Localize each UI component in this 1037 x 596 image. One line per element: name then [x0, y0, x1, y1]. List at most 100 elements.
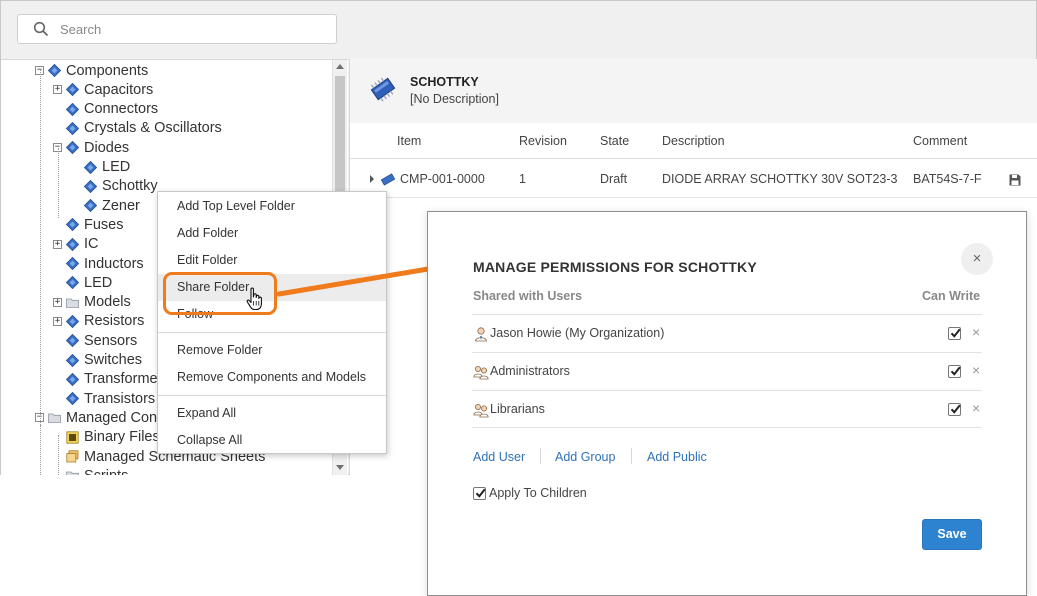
tree-item-label: Diodes: [84, 139, 130, 156]
menu-item-remove-folder[interactable]: Remove Folder: [158, 337, 386, 364]
component-description: [No Description]: [410, 92, 499, 106]
tree-item-sensors[interactable]: Sensors: [53, 331, 137, 350]
group-icon: [473, 364, 489, 380]
add-group-link[interactable]: Add Group: [555, 450, 615, 464]
component-row-icon: [380, 173, 396, 186]
tree-item-zener[interactable]: Zener: [71, 196, 140, 215]
tree-item-transistors[interactable]: Transistors: [53, 389, 155, 408]
save-button[interactable]: Save: [922, 519, 982, 550]
schematic-sheets-icon: [66, 450, 79, 463]
menu-item-collapse-all[interactable]: Collapse All: [158, 427, 386, 454]
tree-item-connectors[interactable]: Connectors: [53, 100, 158, 119]
expand-icon[interactable]: +: [53, 297, 62, 307]
save-disk-icon[interactable]: [1009, 174, 1021, 186]
category-icon: [66, 122, 79, 135]
table-row[interactable]: CMP-001-0000 1 Draft DIODE ARRAY SCHOTTK…: [350, 160, 1037, 198]
tree-item-fuses[interactable]: Fuses: [53, 215, 124, 234]
tree-item-led[interactable]: LED: [53, 273, 112, 292]
apply-to-children-checkbox[interactable]: [473, 486, 486, 500]
category-icon: [66, 103, 79, 116]
tree-item-capacitors[interactable]: + Capacitors: [53, 80, 153, 99]
category-icon: [66, 257, 79, 270]
category-icon: [84, 180, 97, 193]
permission-row: Jason Howie (My Organization) ×: [472, 314, 982, 352]
tree-item-led[interactable]: LED: [71, 158, 130, 177]
expand-row-icon[interactable]: [368, 174, 376, 184]
folder-icon: [66, 296, 79, 309]
category-icon: [66, 354, 79, 367]
scroll-down-arrow-icon[interactable]: [336, 465, 344, 470]
hand-cursor-icon: [246, 287, 262, 311]
tree-item-label: Models: [84, 294, 131, 311]
folder-icon: [66, 469, 79, 475]
menu-separator: [158, 395, 386, 396]
can-write-checkbox[interactable]: [948, 403, 961, 416]
category-icon: [84, 199, 97, 212]
tree-guide-line: [58, 148, 59, 218]
cell-revision: 1: [519, 172, 526, 186]
tree-item-scripts[interactable]: Scripts: [53, 466, 128, 475]
remove-icon[interactable]: ×: [972, 400, 980, 416]
column-header-item[interactable]: Item: [397, 134, 421, 148]
details-header: SCHOTTKY [No Description]: [350, 59, 1037, 123]
remove-icon[interactable]: ×: [972, 362, 980, 378]
apply-to-children-label: Apply To Children: [489, 486, 587, 500]
column-header-state[interactable]: State: [600, 134, 629, 148]
close-icon[interactable]: ×: [961, 243, 993, 275]
tree-item-label: IC: [84, 236, 99, 253]
tree-item-diodes[interactable]: − Diodes: [53, 138, 129, 157]
add-public-link[interactable]: Add Public: [647, 450, 707, 464]
tree-item-ic[interactable]: + IC: [53, 235, 99, 254]
tree-item-inductors[interactable]: Inductors: [53, 254, 144, 273]
dialog-title: MANAGE PERMISSIONS FOR SCHOTTKY: [473, 259, 757, 275]
category-icon: [66, 218, 79, 231]
remove-icon[interactable]: ×: [972, 324, 980, 340]
tree-item-schottky[interactable]: Schottky: [71, 177, 158, 196]
tree-item-label: Switches: [84, 352, 143, 368]
tree-item-components[interactable]: − Components: [35, 61, 148, 80]
column-header-description[interactable]: Description: [662, 134, 725, 148]
permission-name: Librarians: [490, 402, 545, 416]
cell-description: DIODE ARRAY SCHOTTKY 30V SOT23-3: [662, 172, 898, 186]
manage-permissions-dialog: MANAGE PERMISSIONS FOR SCHOTTKY × Shared…: [427, 211, 1027, 596]
column-header-revision[interactable]: Revision: [519, 134, 567, 148]
link-separator: [631, 448, 632, 464]
cell-item[interactable]: CMP-001-0000: [400, 172, 485, 186]
category-icon: [66, 373, 79, 386]
component-chip-icon: [370, 77, 396, 102]
column-header-can-write: Can Write: [922, 289, 981, 303]
tree-item-crystals-oscillators[interactable]: Crystals & Oscillators: [53, 119, 222, 138]
expand-icon[interactable]: +: [53, 85, 62, 95]
add-user-link[interactable]: Add User: [473, 450, 525, 464]
tree-item-label: Scripts: [84, 468, 128, 475]
cell-state: Draft: [600, 172, 628, 186]
search-input[interactable]: [60, 19, 320, 39]
tree-item-label: Crystals & Oscillators: [84, 120, 222, 137]
category-icon: [66, 315, 79, 328]
search-box[interactable]: [17, 14, 337, 44]
menu-item-add-top-level-folder[interactable]: Add Top Level Folder: [158, 193, 386, 220]
apply-to-children-row[interactable]: Apply To Children: [473, 486, 587, 500]
scroll-up-arrow-icon[interactable]: [336, 64, 344, 69]
menu-item-add-folder[interactable]: Add Folder: [158, 220, 386, 247]
link-separator: [540, 448, 541, 464]
tree-item-binary-files[interactable]: Binary Files: [53, 428, 160, 447]
tree-guide-line: [58, 435, 59, 475]
menu-item-expand-all[interactable]: Expand All: [158, 400, 386, 427]
can-write-checkbox[interactable]: [948, 365, 961, 378]
column-header-comment[interactable]: Comment: [913, 134, 967, 148]
check-icon: [950, 365, 961, 377]
tree-item-transformers[interactable]: Transformers: [53, 370, 170, 389]
tree-item-label: Resistors: [84, 313, 145, 330]
category-icon: [66, 276, 79, 289]
tree-item-resistors[interactable]: + Resistors: [53, 312, 144, 331]
check-icon: [950, 327, 961, 339]
tree-item-models[interactable]: + Models: [53, 293, 131, 312]
expand-icon[interactable]: +: [53, 316, 62, 326]
expand-icon[interactable]: +: [53, 239, 62, 249]
menu-item-remove-components-and-models[interactable]: Remove Components and Models: [158, 364, 386, 391]
can-write-checkbox[interactable]: [948, 327, 961, 340]
tree-item-switches[interactable]: Switches: [53, 351, 142, 370]
permission-name: Jason Howie (My Organization): [490, 326, 665, 340]
menu-item-edit-folder[interactable]: Edit Folder: [158, 247, 386, 274]
